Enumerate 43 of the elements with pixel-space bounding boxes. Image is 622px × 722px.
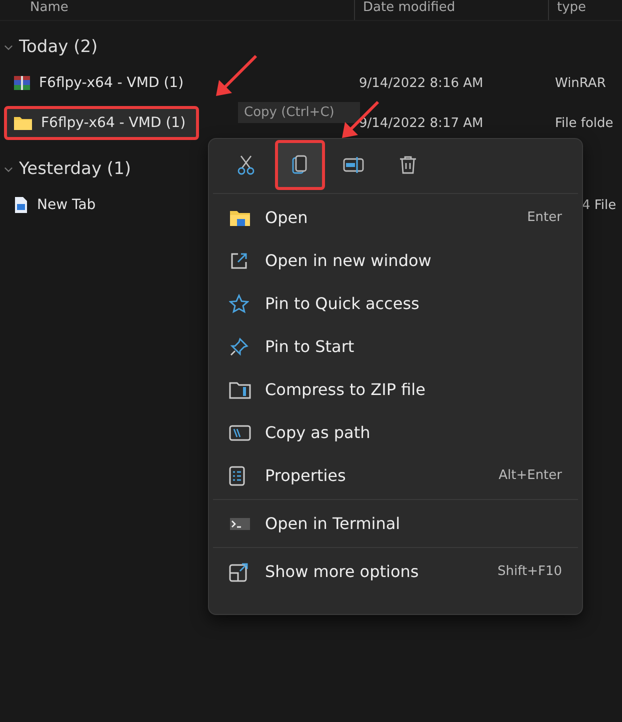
tooltip: Copy (Ctrl+C) [238, 102, 360, 123]
folder-icon [229, 208, 251, 226]
trash-icon [399, 155, 417, 175]
terminal-icon [229, 516, 251, 530]
copy-icon [291, 155, 309, 175]
type-cell: File folde [555, 116, 614, 130]
menu-item[interactable]: Copy as path [209, 411, 582, 454]
star-icon [229, 294, 249, 314]
menu-item[interactable]: Properties Alt+Enter [209, 454, 582, 497]
menu-item[interactable]: Show more options Shift+F10 [209, 550, 582, 593]
chevron-icon[interactable] [4, 164, 13, 174]
column-header[interactable]: type [549, 0, 586, 20]
rename-icon [343, 156, 365, 174]
group-heading: Today (2) [19, 37, 98, 57]
date-cell-text: 9/14/2022 8:16 AM [359, 76, 484, 90]
file-row[interactable]: F6flpy-x64 - VMD (1) [4, 66, 199, 100]
file-row[interactable]: New Tab [4, 188, 199, 222]
path-icon [229, 424, 251, 440]
menu-item[interactable]: Pin to Start [209, 325, 582, 368]
folder-icon [13, 115, 33, 131]
archive-icon [13, 74, 31, 92]
zip-folder-icon [229, 380, 251, 398]
menu-item[interactable]: Pin to Quick access [209, 282, 582, 325]
properties-icon [229, 466, 245, 486]
pin-icon [229, 336, 249, 356]
menu-item[interactable]: Open in new window [209, 239, 582, 282]
column-header[interactable]: Name [0, 0, 355, 20]
column-header[interactable]: Date modified [355, 0, 549, 20]
type-cell: WinRAR [555, 76, 606, 90]
group-heading: Yesterday (1) [19, 159, 132, 179]
copy-button[interactable] [275, 140, 325, 190]
date-cell-text: 9/14/2022 8:17 AM [359, 116, 484, 130]
chevron-icon[interactable] [4, 42, 13, 52]
type-cell-text: 4 File [581, 198, 616, 212]
more-options-icon [229, 562, 249, 582]
menu-item[interactable]: Open in Terminal [209, 502, 582, 545]
external-link-icon [229, 250, 249, 270]
document-icon [13, 196, 29, 214]
file-row[interactable]: F6flpy-x64 - VMD (1) [4, 106, 199, 140]
menu-item[interactable]: Open Enter [209, 196, 582, 239]
scissors-icon [237, 155, 255, 175]
annotation-arrow [214, 54, 258, 98]
menu-item[interactable]: Compress to ZIP file [209, 368, 582, 411]
